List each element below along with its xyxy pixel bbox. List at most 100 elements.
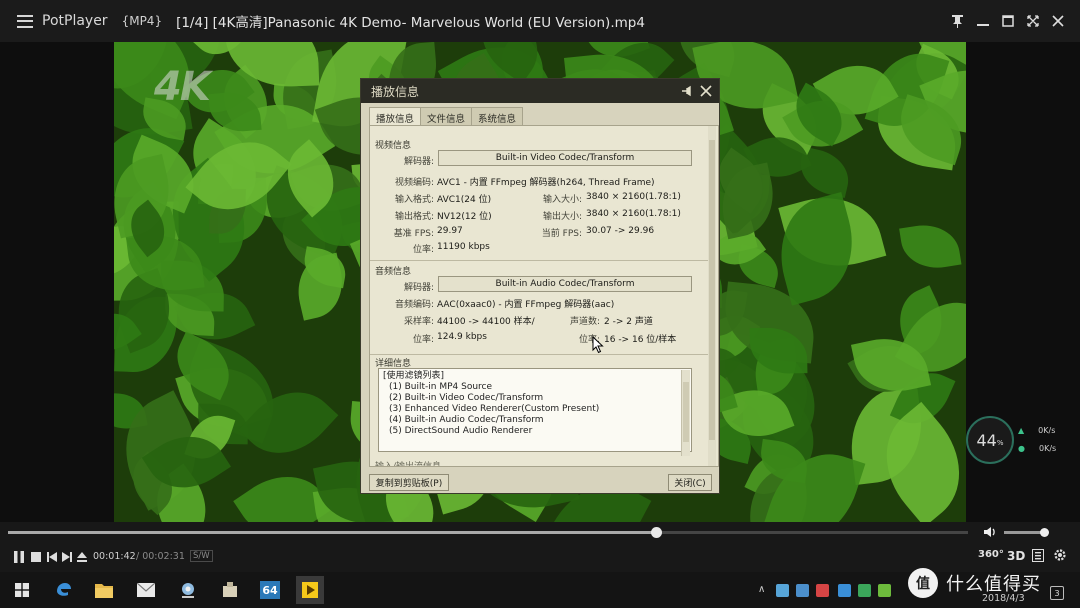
file-title: [1/4] [4K高清]Panasonic 4K Demo- Marvelous… xyxy=(176,15,645,31)
brand-logo: 值 xyxy=(908,568,938,598)
app-name: PotPlayer xyxy=(42,13,108,29)
io-stream-section-title: 输入/输出流信息 xyxy=(375,462,442,467)
tray-sync-icon[interactable] xyxy=(796,584,809,597)
upload-arrow-icon: ▲ xyxy=(1018,426,1025,435)
dialog-scrollbar[interactable] xyxy=(708,126,716,466)
mouse-cursor-icon xyxy=(592,336,604,354)
upload-rate: ▲ 0K/s xyxy=(1018,426,1055,435)
window-controls xyxy=(945,10,1070,32)
playback-info-dialog: 播放信息 播放信息 文件信息 系统信息 视频信息 解码器: Built-in V… xyxy=(360,78,720,494)
package-tool-icon[interactable] xyxy=(216,576,244,604)
tray-antivirus-icon[interactable] xyxy=(858,584,871,597)
audio-bitrate-label: 位率: xyxy=(412,335,434,345)
filter-list-line: (2) Built-in Video Codec/Transform xyxy=(389,393,544,403)
output-format-label: 输出格式: xyxy=(394,212,434,222)
video-bitrate-value: 11190 kbps xyxy=(437,242,490,252)
volume-slider[interactable] xyxy=(1004,528,1049,537)
tray-nvidia-icon[interactable] xyxy=(878,584,891,597)
audio-bitrate-value: 124.9 kbps xyxy=(437,332,487,342)
pin-top-icon[interactable] xyxy=(945,10,970,32)
divider xyxy=(370,260,710,261)
output-format-value: NV12(12 位) xyxy=(437,212,492,222)
64bit-app-icon[interactable]: 64 xyxy=(256,576,284,604)
tray-security-icon[interactable] xyxy=(816,584,829,597)
playlist-icon[interactable] xyxy=(1031,548,1045,562)
upload-rate-value: 0K/s xyxy=(1038,426,1056,435)
audio-decoder-label: 解码器: xyxy=(403,283,434,293)
network-speed-widget[interactable]: 44% ▲ 0K/s ● 0K/s xyxy=(966,416,1076,468)
audio-decoder-value[interactable]: Built-in Audio Codec/Transform xyxy=(438,276,692,292)
decoder-mode-badge[interactable]: S/W xyxy=(190,550,213,562)
copy-to-clipboard-button[interactable]: 复制到剪贴板(P) xyxy=(369,474,449,491)
next-icon[interactable] xyxy=(61,551,73,563)
filter-list-line: (4) Built-in Audio Codec/Transform xyxy=(389,415,544,425)
tray-shield-icon[interactable] xyxy=(838,584,851,597)
filter-list-line: (1) Built-in MP4 Source xyxy=(389,382,493,392)
video-decoder-value[interactable]: Built-in Video Codec/Transform xyxy=(438,150,692,166)
speed-percent-value: 44 xyxy=(976,430,997,450)
audio-codec-label: 音频编码: xyxy=(394,300,434,310)
tray-app-icon[interactable] xyxy=(776,584,789,597)
close-icon[interactable] xyxy=(1045,10,1070,32)
video-section-title: 视频信息 xyxy=(375,141,412,151)
base-fps-value: 29.97 xyxy=(437,226,463,236)
menu-icon[interactable] xyxy=(17,14,33,28)
volume-thumb[interactable] xyxy=(1039,528,1049,537)
control-bar: 00:01:42 / 00:02:31 S/W 360° 3D xyxy=(0,522,1080,572)
vr-360-button[interactable]: 360° xyxy=(978,549,1004,560)
pin-icon[interactable] xyxy=(677,82,695,100)
filter-list-line: (5) DirectSound Audio Renderer xyxy=(389,426,533,436)
filter-list-scrollbar[interactable] xyxy=(681,370,690,456)
filter-list-line: (3) Enhanced Video Renderer(Custom Prese… xyxy=(389,404,600,414)
channels-label: 声道数: xyxy=(569,317,600,327)
current-fps-value: 30.07 -> 29.96 xyxy=(586,226,655,236)
video-decoder-label: 解码器: xyxy=(403,157,434,167)
total-time: / 00:02:31 xyxy=(136,551,185,562)
seek-bar[interactable] xyxy=(8,527,968,538)
filter-list-line: [使用滤镜列表] xyxy=(383,371,445,381)
potplayer-taskbar-icon[interactable] xyxy=(296,576,324,604)
video-codec-value: AVC1 - 内置 FFmpeg 解码器(h264, Thread Frame) xyxy=(437,178,655,188)
dialog-title-bar[interactable]: 播放信息 xyxy=(361,79,719,103)
video-codec-label: 视频编码: xyxy=(394,178,434,188)
output-size-label: 输出大小: xyxy=(542,212,582,222)
stop-icon[interactable] xyxy=(30,551,42,563)
maximize-icon[interactable] xyxy=(995,10,1020,32)
format-tag: {MP4} xyxy=(121,14,163,28)
dialog-close-icon[interactable] xyxy=(697,82,715,100)
speed-percent-unit: % xyxy=(996,439,1004,447)
video-bitrate-label: 位率: xyxy=(412,245,434,255)
network-tool-icon[interactable] xyxy=(174,576,202,604)
dialog-close-button[interactable]: 关闭(C) xyxy=(668,474,712,491)
fullscreen-icon[interactable] xyxy=(1020,10,1045,32)
current-fps-label: 当前 FPS: xyxy=(541,229,582,239)
file-explorer-icon[interactable] xyxy=(90,576,118,604)
eject-icon[interactable] xyxy=(76,551,88,563)
speed-percent: 44% xyxy=(966,416,1014,464)
windows-start-icon[interactable] xyxy=(8,576,36,604)
3d-button[interactable]: 3D xyxy=(1007,549,1025,563)
minimize-icon[interactable] xyxy=(970,10,995,32)
input-format-value: AVC1(24 位) xyxy=(437,195,492,205)
filter-list-box[interactable]: [使用滤镜列表] (1) Built-in MP4 Source (2) Bui… xyxy=(378,368,692,456)
volume-icon[interactable] xyxy=(982,524,998,540)
input-size-label: 输入大小: xyxy=(542,195,582,205)
download-rate: ● 0K/s xyxy=(1018,444,1056,453)
64bit-app-label: 64 xyxy=(260,581,280,599)
pause-icon[interactable] xyxy=(12,551,26,563)
input-format-label: 输入格式: xyxy=(394,195,434,205)
edge-browser-icon[interactable] xyxy=(50,576,78,604)
previous-icon[interactable] xyxy=(46,551,58,563)
letterbox-left xyxy=(0,42,114,522)
bits-value: 16 -> 16 位/样本 xyxy=(604,335,677,345)
current-time: 00:01:42 xyxy=(93,551,136,562)
settings-gear-icon[interactable] xyxy=(1052,549,1068,561)
seek-bar-thumb[interactable] xyxy=(651,527,662,538)
divider xyxy=(370,354,710,355)
mail-icon[interactable] xyxy=(132,576,160,604)
seek-bar-progress xyxy=(8,531,656,534)
4k-logo: 4K xyxy=(154,64,211,110)
title-bar[interactable]: PotPlayer {MP4} [1/4] [4K高清]Panasonic 4K… xyxy=(0,0,1080,42)
base-fps-label: 基准 FPS: xyxy=(393,229,434,239)
tray-expand-icon[interactable]: ∧ xyxy=(758,584,765,595)
